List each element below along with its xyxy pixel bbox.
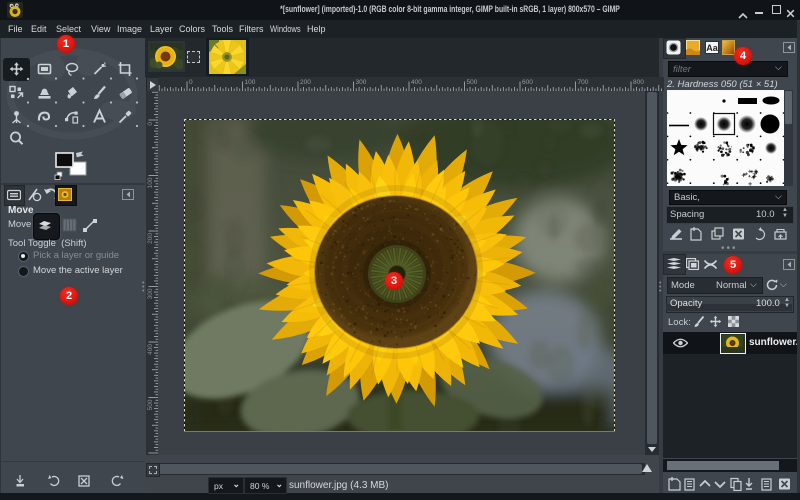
svg-text:400: 400 bbox=[147, 344, 154, 355]
svg-text:300: 300 bbox=[147, 288, 154, 299]
svg-text:600: 600 bbox=[522, 79, 533, 86]
svg-text:Aa: Aa bbox=[706, 43, 718, 53]
svg-text:400: 400 bbox=[411, 79, 422, 86]
svg-text:500: 500 bbox=[467, 79, 478, 86]
svg-text:800: 800 bbox=[633, 79, 644, 86]
svg-text:100: 100 bbox=[245, 79, 256, 86]
svg-text:300: 300 bbox=[356, 79, 367, 86]
svg-text:0: 0 bbox=[189, 79, 193, 86]
svg-text:700: 700 bbox=[578, 79, 589, 86]
svg-text:500: 500 bbox=[147, 399, 154, 410]
svg-text:200: 200 bbox=[147, 233, 154, 244]
svg-text:100: 100 bbox=[147, 177, 154, 188]
svg-text:0: 0 bbox=[147, 122, 154, 126]
svg-text:200: 200 bbox=[300, 79, 311, 86]
